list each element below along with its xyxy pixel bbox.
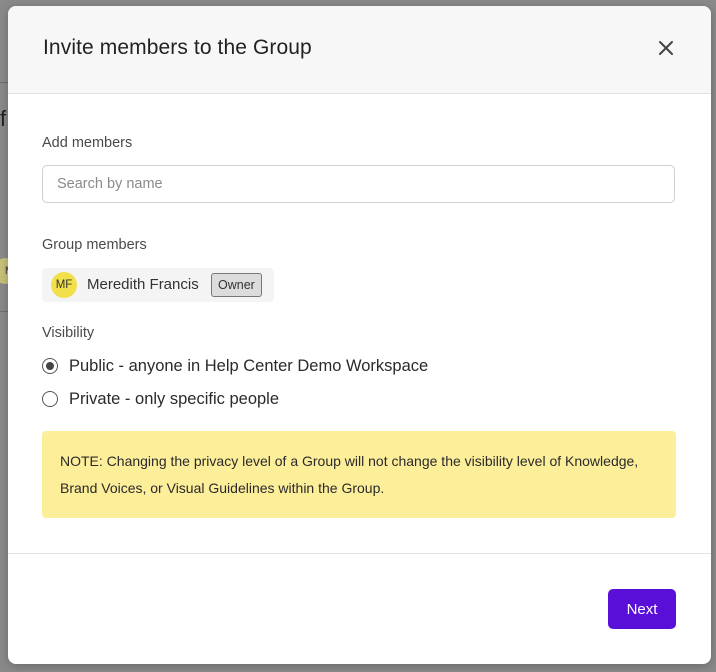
group-members-label: Group members xyxy=(42,237,147,253)
avatar: MF xyxy=(51,272,77,298)
member-name: Meredith Francis xyxy=(87,276,199,293)
privacy-note: NOTE: Changing the privacy level of a Gr… xyxy=(42,431,676,518)
member-chip: MF Meredith Francis Owner xyxy=(42,268,274,302)
next-button[interactable]: Next xyxy=(608,589,676,629)
visibility-label: Visibility xyxy=(42,325,95,341)
visibility-option-label: Public - anyone in Help Center Demo Work… xyxy=(69,356,429,375)
add-members-label: Add members xyxy=(42,135,133,151)
close-button[interactable] xyxy=(655,37,677,59)
footer-divider xyxy=(8,553,711,554)
visibility-option-private[interactable]: Private - only specific people xyxy=(42,388,279,410)
background-divider xyxy=(0,82,8,83)
invite-members-modal: Invite members to the Group Add members … xyxy=(8,6,711,664)
modal-title: Invite members to the Group xyxy=(43,36,312,59)
background-text-fragment: f xyxy=(0,106,7,131)
modal-header: Invite members to the Group xyxy=(8,6,711,94)
role-badge: Owner xyxy=(211,273,262,297)
background-divider xyxy=(0,311,8,312)
radio-public[interactable] xyxy=(42,358,58,374)
visibility-option-label: Private - only specific people xyxy=(69,389,280,408)
search-members-input[interactable] xyxy=(42,165,675,203)
close-icon xyxy=(659,41,673,55)
radio-private[interactable] xyxy=(42,391,58,407)
visibility-option-public[interactable]: Public - anyone in Help Center Demo Work… xyxy=(42,355,428,377)
